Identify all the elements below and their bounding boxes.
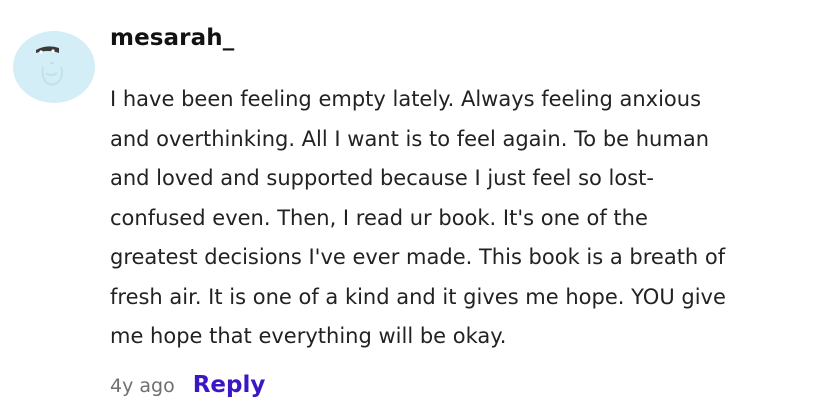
comment-footer: 4y ago Reply bbox=[110, 372, 265, 398]
comment-line: confused even. Then, I read ur book. It'… bbox=[110, 205, 648, 230]
comment-line: and loved and supported because I just f… bbox=[110, 166, 654, 190]
reply-button[interactable]: Reply bbox=[193, 372, 266, 398]
comment-line: fresh air. It is one of a kind and it gi… bbox=[110, 284, 726, 309]
comment: mesarah_ I have been feeling empty latel… bbox=[0, 0, 816, 420]
comment-line: greatest decisions I've ever made. This … bbox=[110, 245, 726, 269]
avatar[interactable] bbox=[13, 31, 95, 103]
comment-line: me hope that everything will be okay. bbox=[110, 324, 507, 348]
username[interactable]: mesarah_ bbox=[110, 25, 234, 51]
comment-line: and overthinking. All I want is to feel … bbox=[110, 126, 710, 151]
comment-text: I have been feeling empty lately. Always… bbox=[110, 80, 800, 357]
comment-line: I have been feeling empty lately. Always… bbox=[110, 87, 702, 111]
timestamp: 4y ago bbox=[110, 375, 175, 397]
avatar-icon bbox=[36, 46, 64, 86]
